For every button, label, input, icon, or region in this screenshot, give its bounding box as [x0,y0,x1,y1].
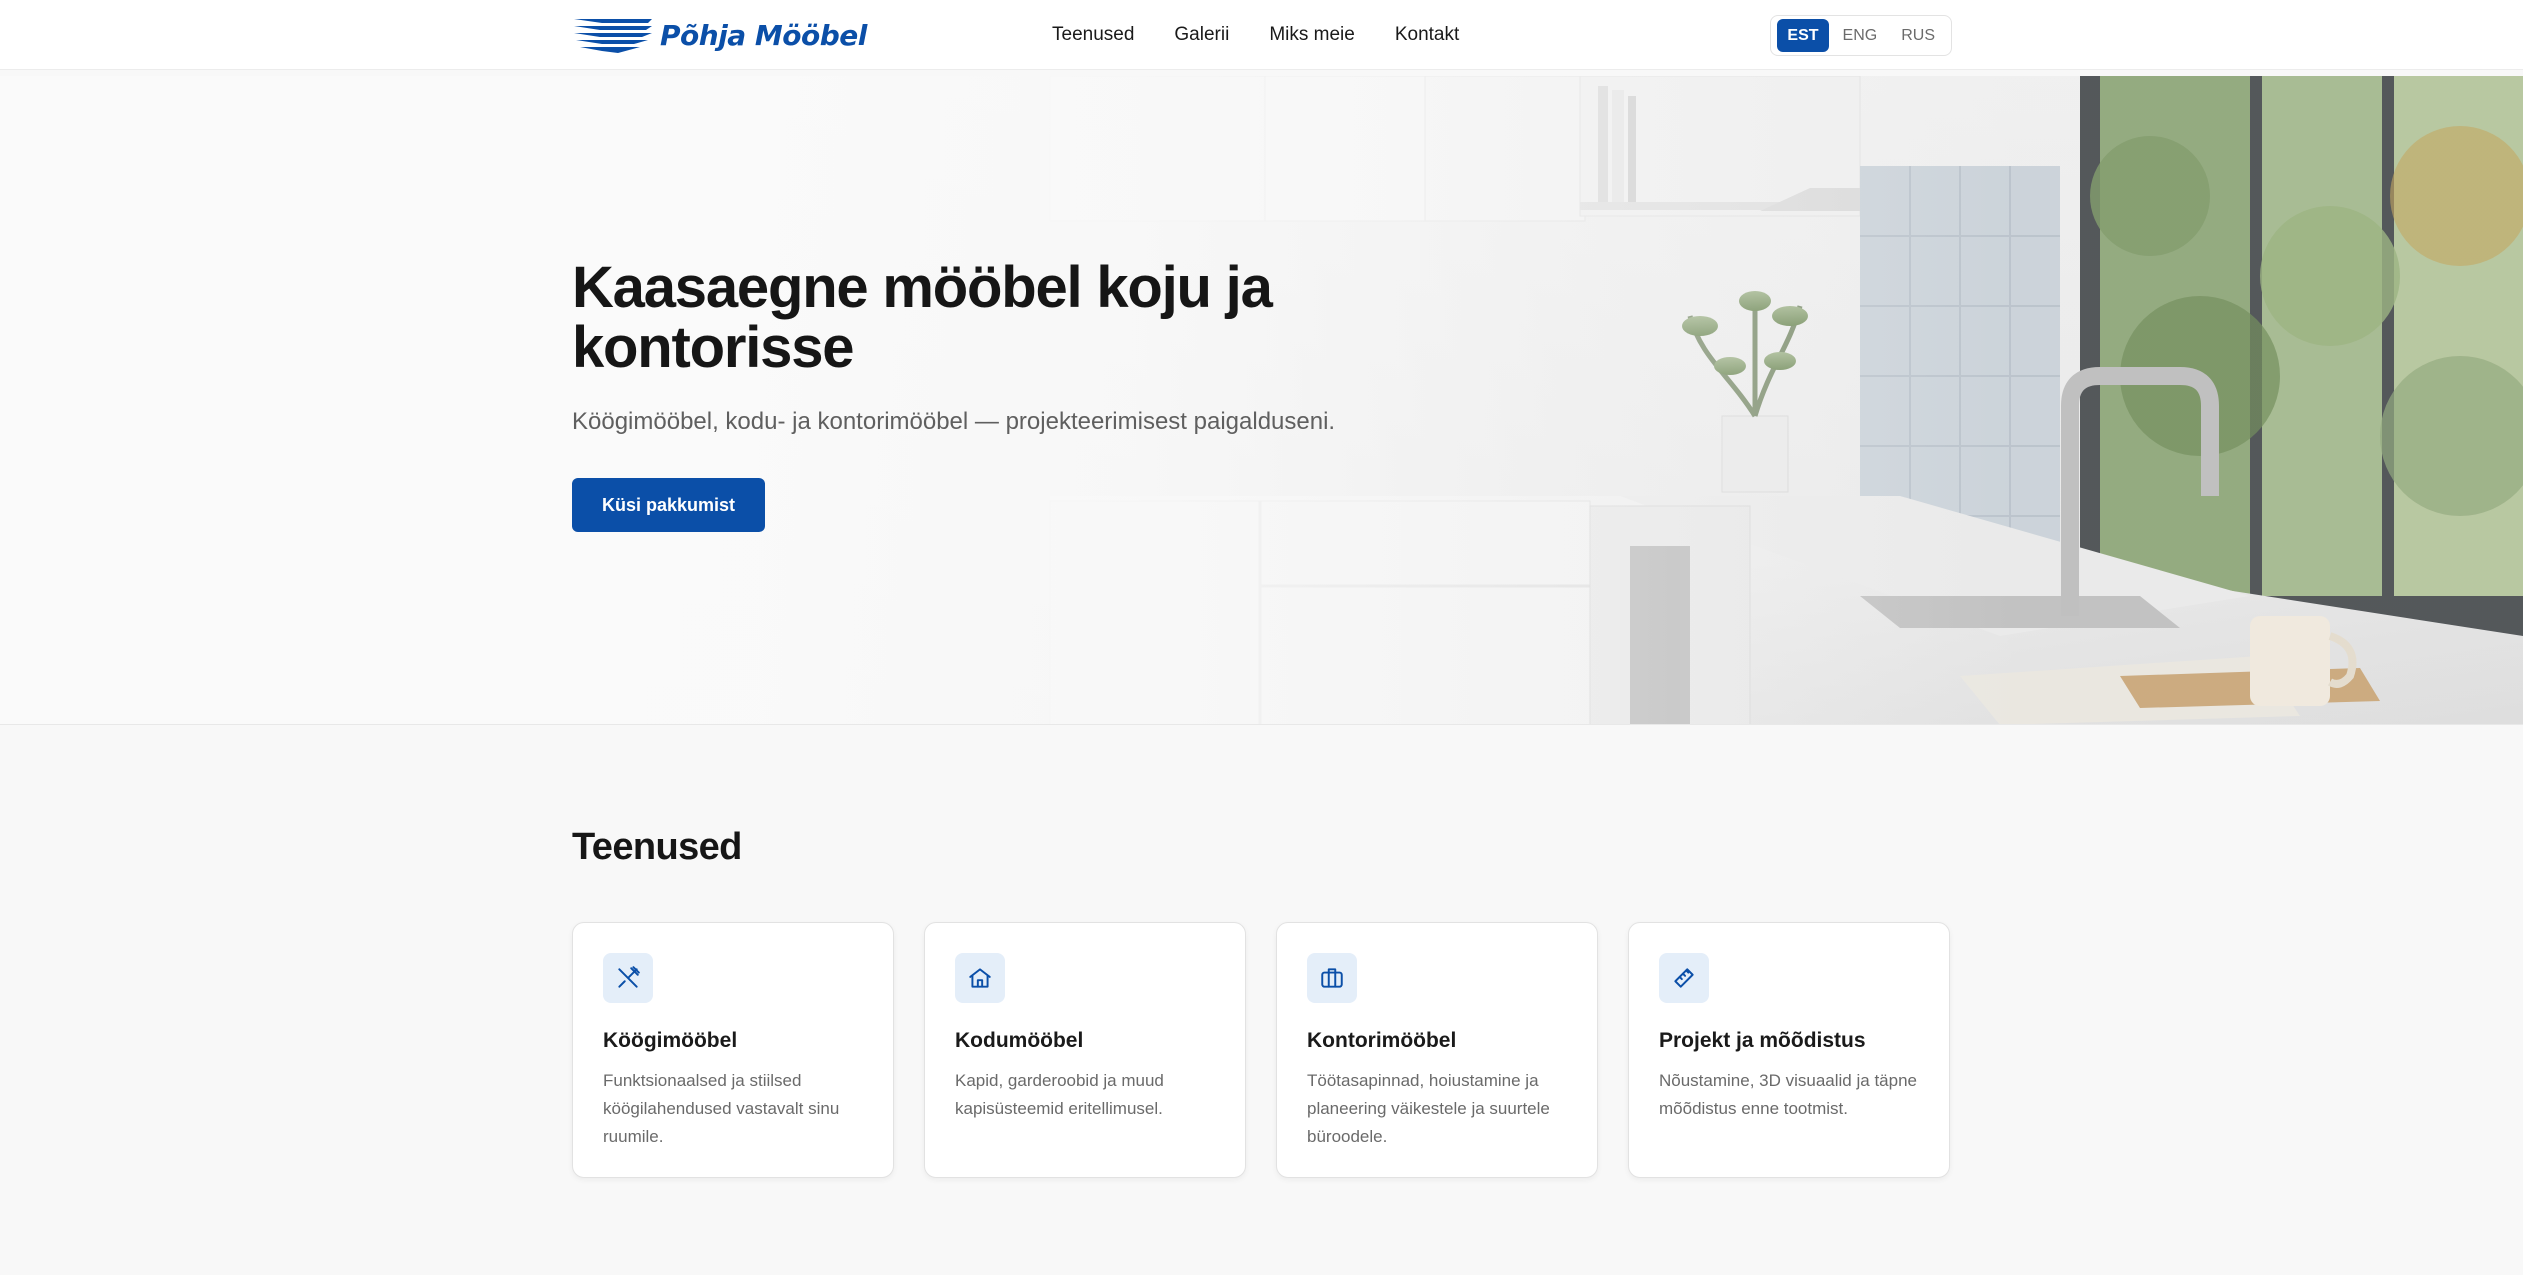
service-card-project[interactable]: Projekt ja mõõdistus Nõustamine, 3D visu… [1628,922,1950,1178]
service-card-title: Köögimööbel [603,1029,738,1052]
header-container: Põhja Mööbel Teenused Galerii Miks meie … [572,0,1952,70]
service-card-desc: Töötasapinnad, hoiustamine ja planeering… [1307,1071,1550,1146]
services-section: Teenused Köögimööbel Funktsionaalsed ja … [572,826,1952,1178]
service-card-home[interactable]: Kodumööbel Kapid, garderoobid ja muud ka… [924,922,1246,1178]
services-cards: Köögimööbel Funktsionaalsed ja stiilsed … [572,922,1952,1178]
lang-button-rus[interactable]: RUS [1891,19,1945,52]
briefcase-icon [1307,953,1357,1003]
logo-text: Põhja Mööbel [660,18,867,52]
hero-subtitle: Köögimööbel, kodu- ja kontorimööbel — pr… [572,408,1336,435]
language-switcher: EST ENG RUS [1770,15,1952,56]
services-title: Teenused [572,826,742,868]
logo-icon [574,19,652,53]
hero-content: Kaasaegne mööbel koju ja kontorisse Köög… [572,258,1472,532]
utensils-icon [603,953,653,1003]
lang-button-est[interactable]: EST [1777,19,1829,52]
service-card-kitchen[interactable]: Köögimööbel Funktsionaalsed ja stiilsed … [572,922,894,1178]
ruler-icon [1659,953,1709,1003]
service-card-title: Projekt ja mõõdistus [1659,1029,1866,1052]
service-card-office[interactable]: Kontorimööbel Töötasapinnad, hoiustamine… [1276,922,1598,1178]
site-header: Põhja Mööbel Teenused Galerii Miks meie … [0,0,2523,70]
service-card-desc: Nõustamine, 3D visuaalid ja täpne mõõdis… [1659,1071,1917,1118]
home-icon [955,953,1005,1003]
nav-link-teenused[interactable]: Teenused [1052,24,1134,46]
nav-link-kontakt[interactable]: Kontakt [1395,24,1459,46]
hero-section: Kaasaegne mööbel koju ja kontorisse Köög… [0,76,2523,725]
nav-link-galerii[interactable]: Galerii [1174,24,1229,46]
hero-title: Kaasaegne mööbel koju ja kontorisse [572,255,1273,380]
service-card-title: Kodumööbel [955,1029,1084,1052]
logo[interactable]: Põhja Mööbel [572,15,867,55]
service-card-desc: Funktsionaalsed ja stiilsed köögilahendu… [603,1071,840,1146]
service-card-title: Kontorimööbel [1307,1029,1457,1052]
request-quote-button[interactable]: Küsi pakkumist [572,478,766,532]
service-card-desc: Kapid, garderoobid ja muud kapisüsteemid… [955,1071,1164,1118]
main-nav: Teenused Galerii Miks meie Kontakt [1052,0,1499,70]
lang-button-eng[interactable]: ENG [1833,19,1888,52]
nav-link-miks-meie[interactable]: Miks meie [1269,24,1355,46]
